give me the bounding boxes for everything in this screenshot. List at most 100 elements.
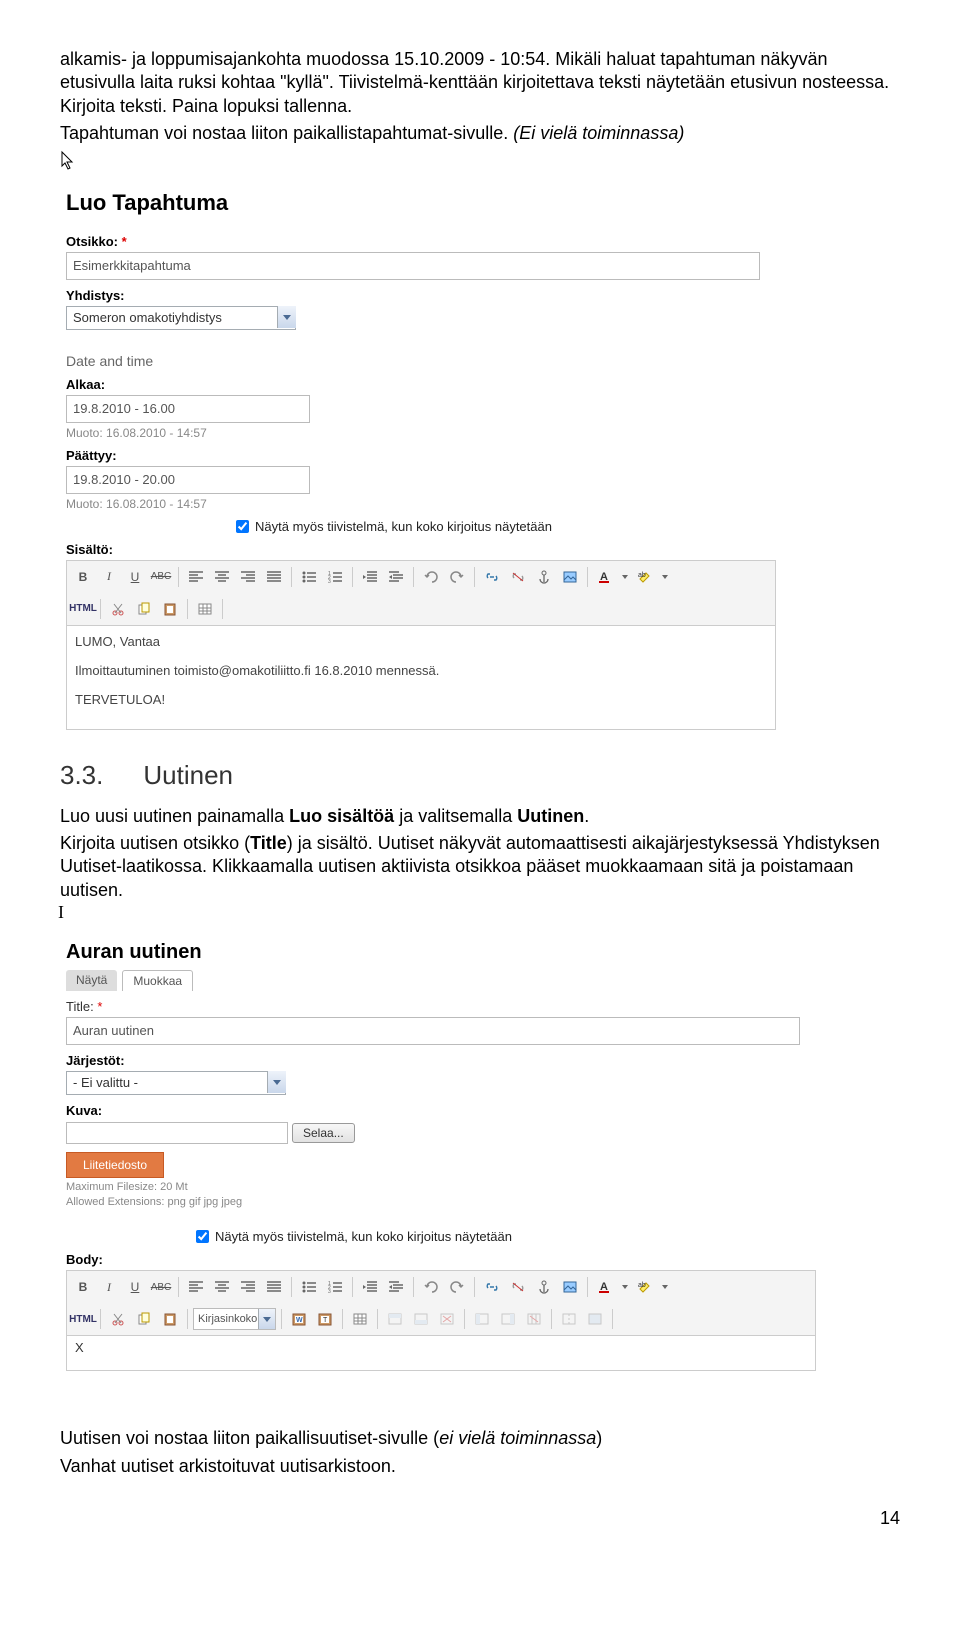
number-list-icon[interactable]: 123	[323, 565, 347, 589]
align-center-icon[interactable]	[210, 1275, 234, 1299]
highlight-dropdown-icon[interactable]	[659, 565, 671, 589]
cut-icon[interactable]	[106, 1307, 130, 1331]
undo-icon[interactable]	[419, 1275, 443, 1299]
paattyy-label: Päättyy:	[66, 448, 776, 463]
otsikko-input[interactable]: Esimerkkitapahtuma	[66, 252, 760, 280]
link-icon[interactable]	[480, 1275, 504, 1299]
editor2-x-text: X	[71, 1340, 88, 1355]
cut-icon[interactable]	[106, 597, 130, 621]
copy-icon[interactable]	[132, 1307, 156, 1331]
align-justify-icon[interactable]	[262, 1275, 286, 1299]
editor-content[interactable]: LUMO, Vantaa Ilmoittautuminen toimisto@o…	[66, 626, 776, 730]
align-left-icon[interactable]	[184, 565, 208, 589]
text-color-icon[interactable]: A	[593, 565, 617, 589]
redo-icon[interactable]	[445, 565, 469, 589]
chevron-down-icon	[277, 306, 296, 328]
row-after-icon[interactable]	[409, 1307, 433, 1331]
table-icon[interactable]	[193, 597, 217, 621]
indent-icon[interactable]	[384, 1275, 408, 1299]
underline-icon[interactable]: U	[123, 565, 147, 589]
col-before-icon[interactable]	[470, 1307, 494, 1331]
italic-icon[interactable]: I	[97, 1275, 121, 1299]
browse-button[interactable]: Selaa...	[292, 1123, 355, 1143]
section-para-2: Kirjoita uutisen otsikko (Title) ja sisä…	[60, 832, 900, 902]
paste-icon[interactable]	[158, 1307, 182, 1331]
align-center-icon[interactable]	[210, 565, 234, 589]
col-delete-icon[interactable]	[522, 1307, 546, 1331]
image-icon[interactable]	[558, 1275, 582, 1299]
highlight-dropdown-icon[interactable]	[659, 1275, 671, 1299]
align-right-icon[interactable]	[236, 1275, 260, 1299]
text-color-icon[interactable]: A	[593, 1275, 617, 1299]
tab-muokkaa[interactable]: Muokkaa	[122, 970, 193, 991]
tab-nayta[interactable]: Näytä	[66, 970, 117, 991]
editor2-content[interactable]: X	[66, 1336, 816, 1371]
svg-text:T: T	[323, 1317, 328, 1324]
datetime-label: Date and time	[66, 353, 776, 369]
bullet-list-icon[interactable]	[297, 1275, 321, 1299]
anchor-icon[interactable]	[532, 565, 556, 589]
row-delete-icon[interactable]	[435, 1307, 459, 1331]
copy-icon[interactable]	[132, 597, 156, 621]
italic-icon[interactable]: I	[97, 565, 121, 589]
summary-checkbox[interactable]	[236, 520, 249, 533]
title-input[interactable]: Auran uutinen	[66, 1017, 800, 1045]
strike-icon[interactable]: ABC	[149, 565, 173, 589]
anchor-icon[interactable]	[532, 1275, 556, 1299]
text-color-dropdown-icon[interactable]	[619, 1275, 631, 1299]
unlink-icon[interactable]	[506, 1275, 530, 1299]
highlight-icon[interactable]: ab	[633, 565, 657, 589]
align-left-icon[interactable]	[184, 1275, 208, 1299]
merge-cell-icon[interactable]	[583, 1307, 607, 1331]
svg-text:3: 3	[328, 579, 331, 583]
outdent-icon[interactable]	[358, 1275, 382, 1299]
split-cell-icon[interactable]	[557, 1307, 581, 1331]
html-source-icon[interactable]: HTML	[71, 1307, 95, 1331]
section-number: 3.3.	[60, 760, 103, 791]
paattyy-format: Muoto: 16.08.2010 - 14:57	[66, 497, 776, 511]
html-source-icon[interactable]: HTML	[71, 597, 95, 621]
underline-icon[interactable]: U	[123, 1275, 147, 1299]
bold-icon[interactable]: B	[71, 1275, 95, 1299]
col-after-icon[interactable]	[496, 1307, 520, 1331]
outdent-icon[interactable]	[358, 565, 382, 589]
undo-icon[interactable]	[419, 565, 443, 589]
svg-text:ab: ab	[638, 572, 646, 579]
body-label: Body:	[66, 1252, 816, 1267]
screenshot-news-form: Auran uutinen Näytä Muokkaa Title: * Aur…	[60, 933, 900, 1371]
align-right-icon[interactable]	[236, 565, 260, 589]
chevron-down-icon	[258, 1309, 275, 1329]
jarjestot-select[interactable]: - Ei valittu -	[66, 1071, 286, 1095]
paattyy-input[interactable]: 19.8.2010 - 20.00	[66, 466, 310, 494]
paste-word-icon[interactable]: W	[287, 1307, 311, 1331]
link-icon[interactable]	[480, 565, 504, 589]
redo-icon[interactable]	[445, 1275, 469, 1299]
editor2-toolbar-2: HTML Kirjasinkoko W T	[66, 1303, 816, 1336]
alkaa-input[interactable]: 19.8.2010 - 16.00	[66, 395, 310, 423]
intro-p2-italic: (Ei vielä toiminnassa)	[513, 123, 684, 143]
text-color-dropdown-icon[interactable]	[619, 565, 631, 589]
paste-icon[interactable]	[158, 597, 182, 621]
strike-icon[interactable]: ABC	[149, 1275, 173, 1299]
indent-icon[interactable]	[384, 565, 408, 589]
file-path-input[interactable]	[66, 1122, 288, 1144]
paste-text-icon[interactable]: T	[313, 1307, 337, 1331]
yhdistys-select[interactable]: Someron omakotiyhdistys	[66, 306, 296, 330]
table-icon[interactable]	[348, 1307, 372, 1331]
title-label: Title: *	[66, 999, 816, 1014]
highlight-icon[interactable]: ab	[633, 1275, 657, 1299]
number-list-icon[interactable]: 123	[323, 1275, 347, 1299]
summary-checkbox-2[interactable]	[196, 1230, 209, 1243]
fontsize-select[interactable]: Kirjasinkoko	[193, 1308, 276, 1330]
row-before-icon[interactable]	[383, 1307, 407, 1331]
kuva-label: Kuva:	[66, 1103, 816, 1118]
section-title: Uutinen	[143, 760, 233, 791]
unlink-icon[interactable]	[506, 565, 530, 589]
align-justify-icon[interactable]	[262, 565, 286, 589]
intro-paragraph-1: alkamis- ja loppumisajankohta muodossa 1…	[60, 48, 900, 118]
attachment-button[interactable]: Liitetiedosto	[66, 1152, 164, 1178]
screenshot-create-event: Luo Tapahtuma Otsikko: * Esimerkkitapaht…	[60, 182, 900, 730]
bullet-list-icon[interactable]	[297, 565, 321, 589]
image-icon[interactable]	[558, 565, 582, 589]
bold-icon[interactable]: B	[71, 565, 95, 589]
